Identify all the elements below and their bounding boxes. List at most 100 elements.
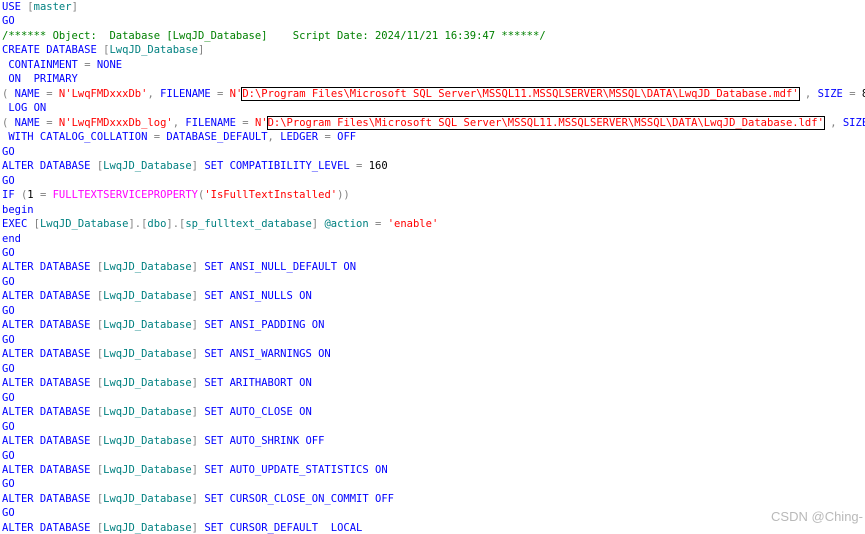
code-token: ] (191, 492, 205, 505)
code-line: ALTER DATABASE [LwqJD_Database] SET COMP… (2, 159, 865, 173)
code-line: ALTER DATABASE [LwqJD_Database] SET ARIT… (2, 376, 865, 390)
code-token: LwqJD_Database (103, 521, 192, 534)
code-token: SET AUTO_UPDATE_STATISTICS ON (204, 464, 388, 476)
code-token: ] (191, 521, 205, 534)
code-line: WITH CATALOG_COLLATION = DATABASE_DEFAUL… (2, 130, 865, 144)
code-token: = (849, 87, 862, 100)
code-line: ALTER DATABASE [LwqJD_Database] SET CURS… (2, 492, 865, 506)
code-token: LOG ON (8, 102, 47, 115)
code-line: GO (2, 333, 865, 347)
code-line: GO (2, 14, 865, 28)
code-token: ] (191, 435, 205, 448)
code-token: FILENAME (160, 87, 217, 100)
code-token: LwqJD_Database (103, 435, 192, 448)
code-token: SET CURSOR_DEFAULT LOCAL (204, 521, 363, 534)
code-token: GO (2, 15, 15, 28)
code-token: NONE (96, 58, 123, 71)
code-line: GO (2, 304, 865, 318)
code-token: SIZE (817, 87, 850, 100)
code-line: GO (2, 145, 865, 159)
code-token: , (823, 116, 843, 129)
code-line: ALTER DATABASE [LwqJD_Database] SET ANSI… (2, 260, 865, 274)
code-token: sp_fulltext_database (185, 218, 312, 231)
code-token: ] (191, 261, 205, 274)
code-token: IF (2, 189, 21, 202)
code-line: EXEC [LwqJD_Database].[dbo].[sp_fulltext… (2, 217, 865, 231)
code-line: ALTER DATABASE [LwqJD_Database] SET AUTO… (2, 405, 865, 419)
code-token: SET CURSOR_CLOSE_ON_COMMIT OFF (204, 492, 394, 505)
code-token: N'LwqFMDxxxDb_log' (58, 116, 173, 129)
sql-script-editor[interactable]: USE [master] GO/****** Object: Database [… (0, 0, 865, 534)
code-token: 'IsFullTextInstalled' (204, 189, 338, 202)
code-line: ALTER DATABASE [LwqJD_Database] SET ANSI… (2, 347, 865, 361)
code-token: ALTER DATABASE (2, 406, 97, 419)
code-token: ] (191, 319, 205, 332)
code-token: ] (191, 377, 205, 390)
code-line: USE [master] (2, 0, 865, 14)
code-token: , (267, 131, 281, 144)
code-token: LwqJD_Database (103, 319, 192, 332)
code-token: ALTER DATABASE (2, 377, 97, 390)
code-token: ALTER DATABASE (2, 348, 97, 361)
code-token: end (2, 232, 21, 245)
code-line: ON PRIMARY (2, 72, 865, 86)
code-line: ( NAME = N'LwqFMDxxxDb', FILENAME = N'D:… (2, 86, 865, 101)
code-line: LOG ON (2, 101, 865, 115)
code-token: ] (198, 44, 205, 57)
code-token: ALTER DATABASE (2, 319, 97, 332)
code-token: = (242, 116, 255, 129)
code-token: ALTER DATABASE (2, 160, 97, 173)
code-token: WITH CATALOG_COLLATION (8, 131, 154, 144)
code-line: GO (2, 477, 865, 491)
code-token: ALTER DATABASE (2, 290, 97, 303)
code-token: EXEC (2, 218, 34, 231)
code-token: ] (71, 1, 78, 13)
code-token: = (46, 116, 59, 129)
code-token: = (39, 189, 53, 202)
code-token: , (172, 116, 186, 129)
code-token: SET ANSI_WARNINGS ON (204, 348, 331, 361)
sql-code-area[interactable]: USE [master] GO/****** Object: Database [… (2, 0, 865, 534)
code-line: ALTER DATABASE [LwqJD_Database] SET CURS… (2, 521, 865, 534)
csdn-watermark: CSDN @Ching- (771, 509, 863, 524)
code-token: = (375, 218, 388, 231)
code-token: ON PRIMARY (8, 73, 78, 86)
code-token: ].[ (128, 218, 148, 231)
code-token: GO (2, 246, 15, 259)
code-token: LwqJD_Database (103, 290, 192, 303)
code-line: GO (2, 391, 865, 405)
code-token: SET COMPATIBILITY_LEVEL (204, 160, 357, 173)
code-token: ] (191, 160, 205, 173)
code-token: = (153, 131, 167, 144)
code-token: ] (191, 290, 205, 303)
code-token: SET ANSI_NULL_DEFAULT ON (204, 261, 357, 274)
code-token: FILENAME (185, 116, 243, 129)
code-line: GO (2, 420, 865, 434)
code-token: LEDGER (280, 131, 325, 144)
code-token: N' (254, 116, 268, 129)
code-line: CONTAINMENT = NONE (2, 58, 865, 72)
code-token: , (798, 87, 818, 100)
code-token: LwqJD_Database (103, 406, 192, 419)
code-token: LwqJD_Database (103, 492, 192, 505)
code-token: )) (337, 189, 350, 202)
code-token: OFF (337, 131, 357, 144)
code-token: ] (191, 464, 205, 476)
code-line: ALTER DATABASE [LwqJD_Database] SET AUTO… (2, 434, 865, 448)
code-line: ALTER DATABASE [LwqJD_Database] SET ANSI… (2, 318, 865, 332)
code-token: = (356, 160, 369, 173)
code-token: N' (229, 87, 243, 100)
code-token: = (84, 58, 97, 71)
code-token: SIZE (842, 116, 865, 129)
code-token: /****** Object: Database [LwqJD_Database… (2, 29, 546, 42)
code-line: end (2, 232, 865, 246)
code-line: GO (2, 174, 865, 188)
code-token: LwqJD_Database (109, 44, 198, 57)
code-token: ] (191, 406, 205, 419)
code-token: GO (2, 391, 15, 404)
code-token: ].[ (166, 218, 186, 231)
code-token: LwqJD_Database (39, 218, 129, 231)
code-token: SET ANSI_PADDING ON (204, 319, 325, 332)
code-line: GO (2, 275, 865, 289)
code-line: GO (2, 449, 865, 463)
